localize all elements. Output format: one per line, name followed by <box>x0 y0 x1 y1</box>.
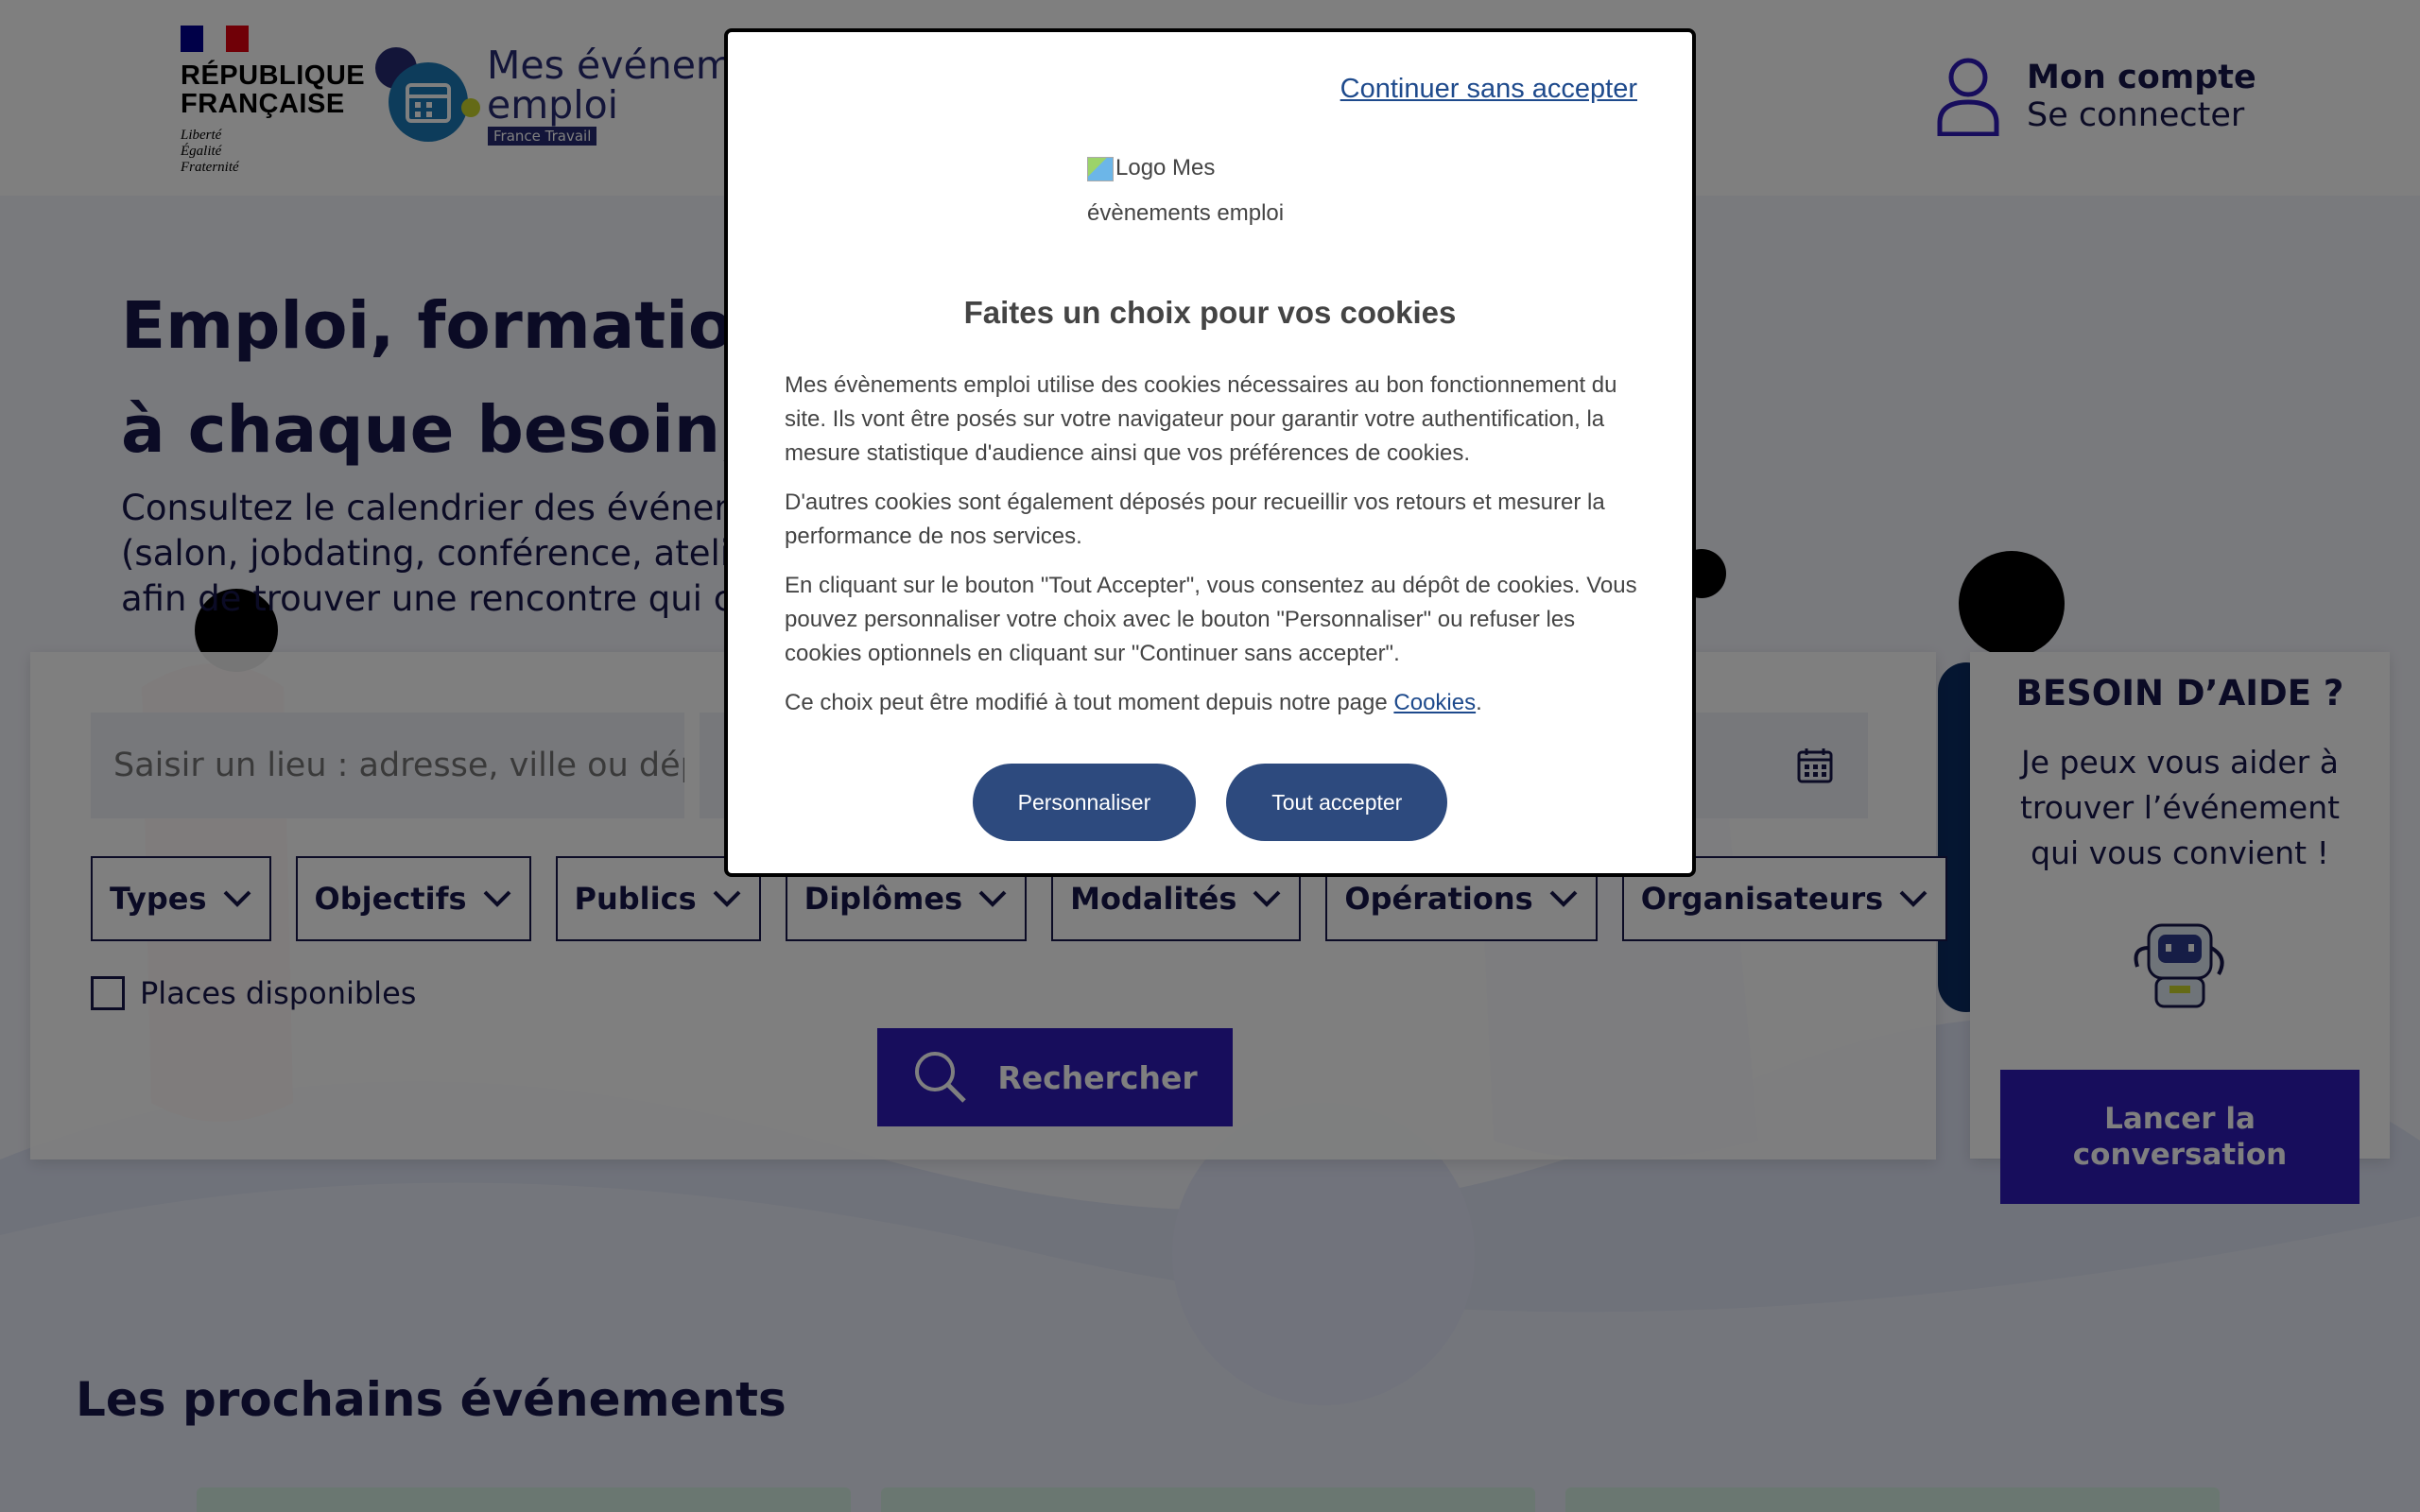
cookies-page-link[interactable]: Cookies <box>1393 690 1476 715</box>
cookie-paragraph-1: Mes évènements emploi utilise des cookie… <box>785 372 1617 466</box>
cookie-dialog-title: Faites un choix pour vos cookies <box>963 295 1457 330</box>
broken-image-icon <box>1087 156 1114 181</box>
accept-all-cookies-button[interactable]: Tout accepter <box>1226 764 1448 841</box>
modal-logo-broken-image: Logo Mes évènements emploi <box>1087 155 1285 226</box>
cookie-consent-dialog: Continuer sans accepter Logo Mes évèneme… <box>724 28 1696 877</box>
cookie-paragraph-3: En cliquant sur le bouton "Tout Accepter… <box>785 573 1637 666</box>
cookie-paragraph-4: Ce choix peut être modifié à tout moment… <box>785 690 1482 715</box>
cookie-paragraph-2: D'autres cookies sont également déposés … <box>785 490 1605 549</box>
cookie-dialog-body: Mes évènements emploi utilise des cookie… <box>785 369 1647 735</box>
cookie-actions: Personnaliser Tout accepter <box>728 764 1692 841</box>
customize-cookies-button[interactable]: Personnaliser <box>972 764 1197 841</box>
continue-without-accepting-link[interactable]: Continuer sans accepter <box>1340 74 1637 105</box>
